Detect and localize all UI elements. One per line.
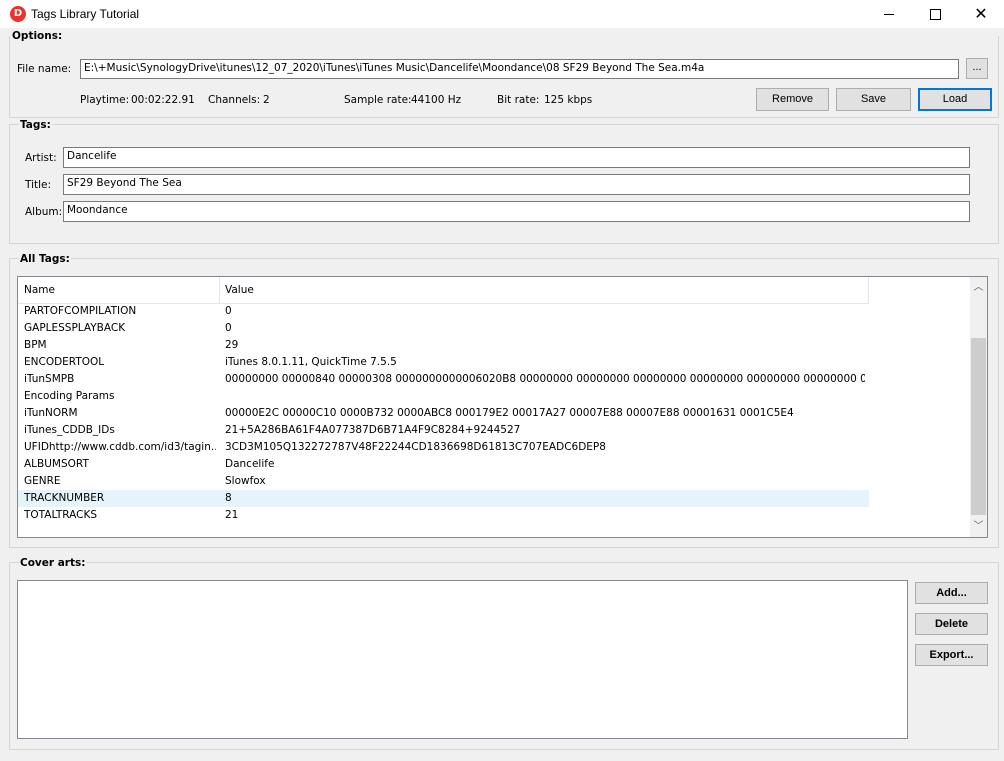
tag-name-cell: iTunes_CDDB_IDs: [24, 424, 115, 436]
album-label: Album:: [25, 206, 63, 218]
cover-art-list[interactable]: [17, 580, 908, 739]
close-button[interactable]: ✕: [958, 0, 1004, 28]
vertical-scrollbar[interactable]: ︿ ﹀: [970, 277, 987, 537]
table-row[interactable]: TOTALTRACKS 21: [18, 507, 869, 524]
tags-group-label: Tags:: [19, 119, 52, 131]
playtime-label: Playtime:: [80, 94, 130, 106]
maximize-icon: [929, 8, 941, 20]
table-row[interactable]: Encoding Params: [18, 388, 869, 405]
title-bar: D Tags Library Tutorial ✕: [0, 0, 1004, 28]
bit-rate-label: Bit rate:: [497, 94, 540, 106]
table-row[interactable]: iTunSMPB 00000000 00000840 00000308 0000…: [18, 371, 869, 388]
tag-name-cell: UFIDhttp://www.cddb.com/id3/tagin...: [24, 441, 216, 453]
all-tags-group-label: All Tags:: [19, 253, 71, 265]
playtime-value: 00:02:22.91: [131, 94, 195, 106]
cover-arts-group-label: Cover arts:: [19, 557, 87, 569]
column-header-name[interactable]: Name: [18, 277, 219, 303]
title-label: Title:: [25, 179, 52, 191]
tag-name-cell: ALBUMSORT: [24, 458, 89, 470]
app-logo-icon: D: [10, 6, 26, 22]
load-button[interactable]: Load: [918, 88, 992, 111]
column-header-value[interactable]: Value: [219, 277, 869, 303]
tag-value-cell: 00000000 00000840 00000308 0000000000006…: [225, 373, 865, 385]
tag-name-cell: GENRE: [24, 475, 61, 487]
table-row[interactable]: ENCODERTOOL iTunes 8.0.1.11, QuickTime 7.…: [18, 354, 869, 371]
tag-value-cell: [225, 388, 865, 405]
export-cover-button[interactable]: Export...: [915, 644, 988, 666]
options-group-label: Options:: [12, 30, 63, 42]
table-row[interactable]: PARTOFCOMPILATION 0: [18, 303, 869, 320]
tag-value-cell: 3CD3M105Q132272787V48F22244CD1836698D618…: [225, 441, 606, 453]
browse-button[interactable]: ...: [966, 58, 988, 79]
artist-label: Artist:: [25, 152, 57, 164]
file-name-field[interactable]: E:\+Music\SynologyDrive\itunes\12_07_202…: [80, 59, 959, 79]
tag-value-cell: Dancelife: [225, 458, 275, 470]
channels-label: Channels:: [208, 94, 261, 106]
tag-value-cell: 0: [225, 305, 232, 317]
minimize-icon: [884, 13, 894, 15]
remove-button[interactable]: Remove: [756, 88, 829, 111]
tag-value-cell: iTunes 8.0.1.11, QuickTime 7.5.5: [225, 356, 397, 368]
tag-value-cell: 8: [225, 492, 232, 504]
tag-name-cell: Encoding Params: [24, 390, 115, 402]
channels-value: 2: [263, 94, 270, 106]
table-row[interactable]: UFIDhttp://www.cddb.com/id3/tagin... 3CD3…: [18, 439, 869, 456]
file-name-label: File name:: [17, 63, 72, 75]
list-header: Name Value: [18, 277, 869, 304]
table-row[interactable]: GENRE Slowfox: [18, 473, 869, 490]
tag-value-cell: 29: [225, 339, 239, 351]
tag-value-cell: 0: [225, 322, 232, 334]
tag-value-cell: 21+5A286BA61F4A077387D6B71A4F9C8284+9244…: [225, 424, 521, 436]
all-tags-list[interactable]: Name Value PARTOFCOMPILATION 0 GAPLESSPLAY…: [17, 276, 988, 538]
tag-name-cell: PARTOFCOMPILATION: [24, 305, 137, 317]
artist-field[interactable]: Dancelife: [63, 147, 970, 168]
tag-value-cell: Slowfox: [225, 475, 266, 487]
table-row[interactable]: TRACKNUMBER 8: [18, 490, 869, 507]
scroll-thumb[interactable]: [971, 338, 986, 515]
table-row[interactable]: BPM 29: [18, 337, 869, 354]
column-divider[interactable]: [868, 277, 869, 303]
save-button[interactable]: Save: [836, 88, 911, 111]
window-title: Tags Library Tutorial: [31, 7, 140, 21]
tag-name-cell: BPM: [24, 339, 47, 351]
maximize-button[interactable]: [912, 0, 958, 28]
scroll-down-icon[interactable]: ﹀: [970, 518, 987, 535]
minimize-button[interactable]: [866, 0, 912, 28]
table-row[interactable]: iTunNORM 00000E2C 00000C10 0000B732 0000…: [18, 405, 869, 422]
tag-name-cell: GAPLESSPLAYBACK: [24, 322, 126, 334]
sample-rate-value: 44100 Hz: [411, 94, 462, 106]
tag-name-cell: TOTALTRACKS: [24, 509, 98, 521]
close-icon: ✕: [974, 4, 988, 23]
add-cover-button[interactable]: Add...: [915, 582, 988, 604]
tag-name-cell: TRACKNUMBER: [24, 492, 105, 504]
table-row[interactable]: iTunes_CDDB_IDs 21+5A286BA61F4A077387D6B7…: [18, 422, 869, 439]
table-row[interactable]: GAPLESSPLAYBACK 0: [18, 320, 869, 337]
tag-name-cell: ENCODERTOOL: [24, 356, 105, 368]
tag-value-cell: 00000E2C 00000C10 0000B732 0000ABC8 0001…: [225, 407, 794, 419]
tag-name-cell: iTunSMPB: [24, 373, 75, 385]
table-row[interactable]: ALBUMSORT Dancelife: [18, 456, 869, 473]
delete-cover-button[interactable]: Delete: [915, 613, 988, 635]
scroll-up-icon[interactable]: ︿: [970, 279, 987, 296]
title-field[interactable]: SF29 Beyond The Sea: [63, 174, 970, 195]
album-field[interactable]: Moondance: [63, 201, 970, 222]
sample-rate-label: Sample rate:: [344, 94, 412, 106]
tag-name-cell: iTunNORM: [24, 407, 78, 419]
tag-value-cell: 21: [225, 509, 239, 521]
bit-rate-value: 125 kbps: [544, 94, 593, 106]
